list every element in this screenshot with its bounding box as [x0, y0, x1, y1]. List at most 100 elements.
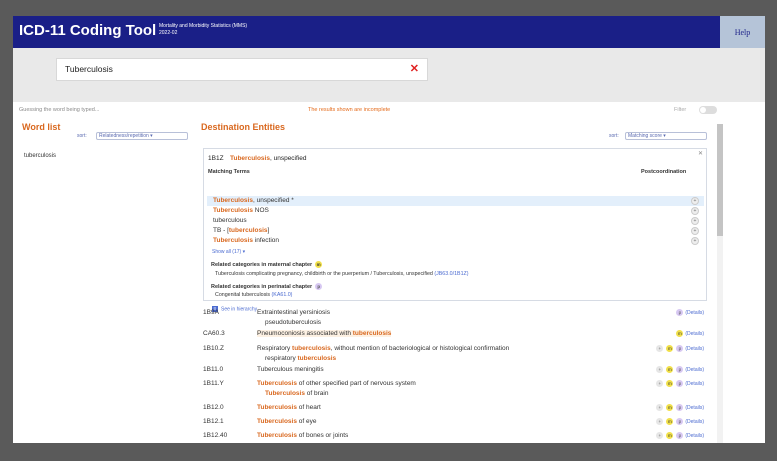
classification-name: Mortality and Morbidity Statistics (MMS): [159, 23, 248, 29]
search-input[interactable]: [63, 63, 387, 75]
filter-label: Filter: [674, 107, 687, 113]
result-title: Tuberculosis of bones or joints: [257, 432, 348, 439]
details-link[interactable]: (Details): [685, 331, 704, 337]
perinatal-related-category[interactable]: Congenital tuberculosis (KA61.0): [215, 292, 292, 298]
result-subterm-text: pseudotuberculosis: [265, 319, 322, 326]
word-list-title: Word list: [22, 122, 61, 132]
destination-entities-title: Destination Entities: [201, 122, 286, 132]
postcoordination-icon[interactable]: +: [691, 197, 699, 205]
word-list-sort-select[interactable]: Relatedness/repetition ▾: [96, 132, 188, 140]
incomplete-warning: The results shown are incomplete: [308, 107, 391, 113]
result-code: 1B11.0: [203, 366, 224, 373]
result-title-highlight: tuberculosis: [292, 345, 331, 352]
maternal-related-text: Tuberculosis complicating pregnancy, chi…: [215, 271, 433, 277]
postcoordination-icon[interactable]: +: [656, 432, 664, 439]
details-link[interactable]: (Details): [685, 346, 704, 352]
result-title: Respiratory tuberculosis, without mentio…: [257, 345, 509, 352]
details-link[interactable]: (Details): [685, 367, 704, 373]
destination-sort-label: sort:: [609, 133, 619, 139]
details-link[interactable]: (Details): [685, 381, 704, 387]
maternal-chapter-heading: Related categories in maternal chapter m: [211, 261, 323, 268]
result-title-highlight: tuberculosis: [352, 330, 392, 337]
result-code: 1B12.40: [203, 432, 228, 439]
maternal-badge-icon: m: [666, 404, 674, 411]
term-highlight: Tuberculosis: [213, 197, 253, 204]
destination-sort-value: Matching score: [628, 133, 662, 139]
entity-title: Tuberculosis, unspecified: [230, 155, 306, 162]
maternal-badge-icon: m: [666, 345, 674, 352]
postcoordination-icon[interactable]: +: [656, 366, 664, 373]
search-box[interactable]: ✕: [56, 58, 428, 81]
app-title: ICD-11 Coding Tool: [19, 22, 157, 39]
result-title-text: Pneumoconiosis associated with: [257, 330, 353, 337]
show-all-link[interactable]: Show all (17) ▾: [212, 249, 245, 255]
word-list-sort-label: sort:: [77, 133, 87, 139]
result-title-highlight: Tuberculosis: [257, 418, 297, 425]
matching-term-row[interactable]: tuberculous +: [207, 216, 704, 226]
matching-term-row[interactable]: Tuberculosis, unspecified * +: [207, 196, 704, 206]
result-subterm-rest: of brain: [304, 390, 329, 397]
postcoordination-icon[interactable]: +: [656, 380, 664, 387]
result-title: Extraintestinal yersiniosis: [257, 309, 330, 316]
details-link[interactable]: (Details): [685, 310, 704, 316]
scrollbar-thumb[interactable]: [717, 124, 723, 236]
maternal-badge-icon: m: [676, 330, 684, 337]
postcoordination-icon[interactable]: +: [656, 418, 664, 425]
result-actions: + m p (Details): [653, 432, 704, 439]
term-rest: ]: [267, 227, 270, 234]
matching-term-row[interactable]: Tuberculosis NOS +: [207, 206, 704, 216]
postcoordination-icon[interactable]: +: [656, 404, 664, 411]
result-code: 1B9A: [203, 309, 219, 316]
term-highlight: tuberculosis: [228, 227, 268, 234]
term-text: Tuberculosis NOS: [213, 207, 269, 214]
perinatal-related-link[interactable]: (KA61.0): [272, 292, 293, 298]
postcoordination-icon[interactable]: +: [691, 217, 699, 225]
filter-toggle[interactable]: [699, 106, 717, 114]
result-title-text: Extraintestinal yersiniosis: [257, 309, 330, 316]
result-actions: + m p (Details): [653, 380, 704, 387]
details-link[interactable]: (Details): [685, 433, 704, 439]
result-title-text: Tuberculous meningitis: [257, 366, 324, 373]
term-text: tuberculous: [213, 217, 247, 224]
result-title-rest: , without mention of bacteriological or …: [330, 345, 510, 352]
result-code: 1B12.0: [203, 404, 224, 411]
search-area: ✕: [13, 48, 765, 102]
result-actions: p (Details): [673, 309, 704, 316]
result-title-rest: of eye: [296, 418, 317, 425]
selected-entity-card: ✕ 1B1Z Tuberculosis, unspecified Matchin…: [203, 148, 707, 312]
maternal-badge-icon: m: [666, 380, 674, 387]
maternal-chapter-label: Related categories in maternal chapter: [211, 261, 313, 268]
postcoordination-icon[interactable]: +: [656, 345, 664, 352]
result-title-highlight: Tuberculosis: [257, 432, 297, 439]
postcoordination-icon[interactable]: +: [691, 227, 699, 235]
details-link[interactable]: (Details): [685, 405, 704, 411]
version-label: 2022-02: [159, 30, 178, 36]
postcoordination-icon[interactable]: +: [691, 237, 699, 245]
result-title: Pneumoconiosis associated with tuberculo…: [257, 330, 392, 337]
result-title-rest: of heart: [296, 404, 321, 411]
matching-term-row[interactable]: Tuberculosis infection +: [207, 236, 704, 246]
result-title-rest: of bones or joints: [296, 432, 349, 439]
result-title: Tuberculosis of heart: [257, 404, 321, 411]
result-title: Tuberculous meningitis: [257, 366, 324, 373]
entity-title-rest: , unspecified: [269, 155, 307, 162]
close-icon[interactable]: ✕: [410, 62, 419, 75]
help-button[interactable]: Help: [720, 16, 765, 48]
results-scrollbar[interactable]: [717, 124, 723, 443]
result-actions: + m p (Details): [653, 418, 704, 425]
term-rest: , unspecified *: [252, 197, 294, 204]
maternal-related-category[interactable]: Tuberculosis complicating pregnancy, chi…: [215, 271, 469, 277]
perinatal-related-text: Congenital tuberculosis: [215, 292, 271, 298]
result-title: Tuberculosis of other specified part of …: [257, 380, 416, 387]
term-text: TB - [tuberculosis]: [213, 227, 269, 234]
matching-term-row[interactable]: TB - [tuberculosis] +: [207, 226, 704, 236]
details-link[interactable]: (Details): [685, 419, 704, 425]
entity-code: 1B1Z: [208, 155, 224, 162]
maternal-related-link[interactable]: (JB63.0/1B1Z): [434, 271, 468, 277]
postcoordination-icon[interactable]: +: [691, 207, 699, 215]
close-icon[interactable]: ✕: [698, 150, 703, 157]
destination-sort-select[interactable]: Matching score ▾: [625, 132, 707, 140]
result-subterm: respiratory tuberculosis: [265, 355, 336, 362]
maternal-badge-icon: m: [666, 432, 674, 439]
word-list-item[interactable]: tuberculosis: [24, 153, 56, 159]
